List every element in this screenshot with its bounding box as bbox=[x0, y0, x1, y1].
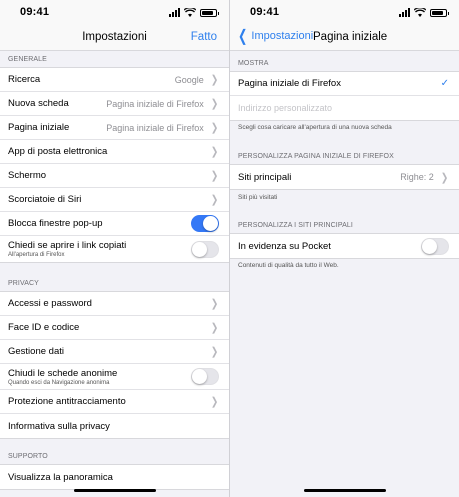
chevron-right-icon: ❯ bbox=[210, 194, 219, 206]
battery-icon bbox=[430, 9, 449, 17]
row-label: Blocca finestre pop-up bbox=[8, 218, 103, 229]
section-header-personalize: PERSONALIZZA PAGINA INIZIALE DI FIREFOX bbox=[238, 153, 394, 160]
navigation-bar: Impostazioni Fatto bbox=[0, 24, 229, 51]
row-label: Siti principali bbox=[238, 171, 292, 183]
page-title: Pagina iniziale bbox=[313, 31, 388, 43]
settings-row-homepage[interactable]: Pagina iniziale Pagina iniziale di Firef… bbox=[0, 116, 229, 140]
row-label: Face ID e codice bbox=[8, 322, 80, 333]
open-copied-links-toggle[interactable] bbox=[191, 240, 219, 258]
settings-row-view-tour[interactable]: Visualizza la panoramica bbox=[0, 465, 229, 489]
row-label: Chiudi le schede anonime bbox=[8, 367, 118, 379]
settings-row-search[interactable]: Ricerca Google ❯ bbox=[0, 68, 229, 92]
row-label: Scorciatoie di Siri bbox=[8, 194, 82, 205]
cellular-signal-icon bbox=[399, 8, 410, 17]
chevron-right-icon: ❯ bbox=[210, 170, 219, 182]
settings-row-siri-shortcuts[interactable]: Scorciatoie di Siri ❯ bbox=[0, 188, 229, 212]
block-popups-toggle[interactable] bbox=[191, 215, 219, 232]
settings-row-new-tab[interactable]: Nuova scheda Pagina iniziale di Firefox … bbox=[0, 92, 229, 116]
row-label: Ricerca bbox=[8, 74, 41, 85]
general-group: Ricerca Google ❯ Nuova scheda Pagina ini… bbox=[0, 67, 229, 263]
option-firefox-homepage[interactable]: Pagina iniziale di Firefox ✓ bbox=[230, 72, 459, 96]
row-value: Pagina iniziale di Firefox bbox=[106, 98, 204, 109]
chevron-right-icon: ❯ bbox=[440, 171, 449, 184]
row-label: In evidenza su Pocket bbox=[238, 240, 331, 252]
settings-row-block-popups: Blocca finestre pop-up bbox=[0, 212, 229, 236]
status-bar: 09:41 bbox=[0, 0, 229, 24]
show-note: Scegli cosa caricare all'apertura di una… bbox=[238, 124, 392, 131]
settings-row-data-management[interactable]: Gestione dati ❯ bbox=[0, 340, 229, 364]
status-bar: 09:41 bbox=[230, 0, 459, 24]
settings-row-privacy-policy[interactable]: Informativa sulla privacy bbox=[0, 414, 229, 438]
chevron-right-icon: ❯ bbox=[210, 298, 219, 310]
custom-address-placeholder: Indirizzo personalizzato bbox=[238, 103, 333, 113]
wifi-icon bbox=[414, 8, 426, 17]
section-header-top-sites: PERSONALIZZA I SITI PRINCIPALI bbox=[238, 222, 353, 229]
chevron-right-icon: ❯ bbox=[210, 74, 219, 86]
settings-row-display[interactable]: Schermo ❯ bbox=[0, 164, 229, 188]
back-button[interactable]: ❮ Impostazioni bbox=[236, 27, 314, 45]
chevron-right-icon: ❯ bbox=[210, 322, 219, 334]
chevron-right-icon: ❯ bbox=[210, 98, 219, 110]
settings-screen: 09:41 Impostazioni Fatto GENERALE Ricerc… bbox=[0, 0, 229, 497]
row-label: App di posta elettronica bbox=[8, 146, 108, 157]
done-button[interactable]: Fatto bbox=[191, 31, 217, 43]
support-group: Visualizza la panoramica bbox=[0, 464, 229, 490]
row-label: Gestione dati bbox=[8, 346, 64, 357]
top-sites-group: In evidenza su Pocket bbox=[230, 233, 459, 259]
settings-row-open-copied-links: Chiedi se aprire i link copiati All'aper… bbox=[0, 236, 229, 262]
status-time: 09:41 bbox=[20, 6, 50, 18]
section-header-show: MOSTRA bbox=[238, 60, 269, 67]
row-label: Accessi e password bbox=[8, 298, 92, 309]
show-group: Pagina iniziale di Firefox ✓ Indirizzo p… bbox=[230, 71, 459, 121]
settings-row-close-private-tabs: Chiudi le schede anonime Quando esci da … bbox=[0, 364, 229, 390]
row-value: Righe: 2 bbox=[400, 172, 434, 182]
personalize-group: Siti principali Righe: 2 ❯ bbox=[230, 164, 459, 190]
row-label: Visualizza la panoramica bbox=[8, 471, 113, 483]
chevron-right-icon: ❯ bbox=[210, 146, 219, 158]
checkmark-icon: ✓ bbox=[440, 78, 449, 89]
settings-row-tracking-protection[interactable]: Protezione antitracciamento ❯ bbox=[0, 390, 229, 414]
settings-row-face-id[interactable]: Face ID e codice ❯ bbox=[0, 316, 229, 340]
settings-row-top-sites[interactable]: Siti principali Righe: 2 ❯ bbox=[230, 165, 459, 189]
wifi-icon bbox=[184, 8, 196, 17]
option-label: Pagina iniziale di Firefox bbox=[238, 78, 341, 89]
row-label: Protezione antitracciamento bbox=[8, 396, 126, 407]
section-header-support: SUPPORTO bbox=[8, 453, 48, 460]
close-private-tabs-toggle[interactable] bbox=[191, 368, 219, 385]
row-sublabel: All'apertura di Firefox bbox=[8, 252, 65, 258]
cellular-signal-icon bbox=[169, 8, 180, 17]
row-value: Google bbox=[174, 74, 204, 85]
settings-row-logins-passwords[interactable]: Accessi e password ❯ bbox=[0, 292, 229, 316]
custom-address-field[interactable]: Indirizzo personalizzato bbox=[230, 96, 459, 120]
homepage-settings-screen: 09:41 ❮ Impostazioni Pagina iniziale MOS… bbox=[230, 0, 459, 497]
back-label: Impostazioni bbox=[251, 30, 314, 42]
section-header-privacy: PRIVACY bbox=[8, 280, 39, 287]
home-indicator bbox=[303, 489, 386, 492]
row-value: Pagina iniziale di Firefox bbox=[106, 122, 204, 133]
chevron-right-icon: ❯ bbox=[210, 122, 219, 134]
row-label: Chiedi se aprire i link copiati bbox=[8, 240, 127, 251]
top-sites-note: Siti più visitati bbox=[238, 194, 278, 201]
row-label: Pagina iniziale bbox=[8, 122, 70, 133]
chevron-left-icon: ❮ bbox=[238, 27, 248, 45]
row-label: Nuova scheda bbox=[8, 98, 69, 109]
row-label: Schermo bbox=[8, 170, 47, 181]
navigation-bar: ❮ Impostazioni Pagina iniziale bbox=[230, 24, 459, 51]
battery-icon bbox=[200, 9, 219, 17]
home-indicator bbox=[73, 489, 156, 492]
settings-row-pocket: In evidenza su Pocket bbox=[230, 234, 459, 258]
row-label: Informativa sulla privacy bbox=[8, 420, 110, 432]
chevron-right-icon: ❯ bbox=[210, 396, 219, 408]
chevron-right-icon: ❯ bbox=[210, 346, 219, 358]
settings-row-mail-app[interactable]: App di posta elettronica ❯ bbox=[0, 140, 229, 164]
pocket-note: Contenuti di qualità da tutto il Web. bbox=[238, 262, 339, 269]
pocket-toggle[interactable] bbox=[421, 237, 449, 255]
section-header-generale: GENERALE bbox=[8, 56, 47, 63]
row-sublabel: Quando esci da Navigazione anonima bbox=[8, 379, 110, 386]
status-time: 09:41 bbox=[250, 6, 280, 18]
privacy-group: Accessi e password ❯ Face ID e codice ❯ … bbox=[0, 291, 229, 439]
